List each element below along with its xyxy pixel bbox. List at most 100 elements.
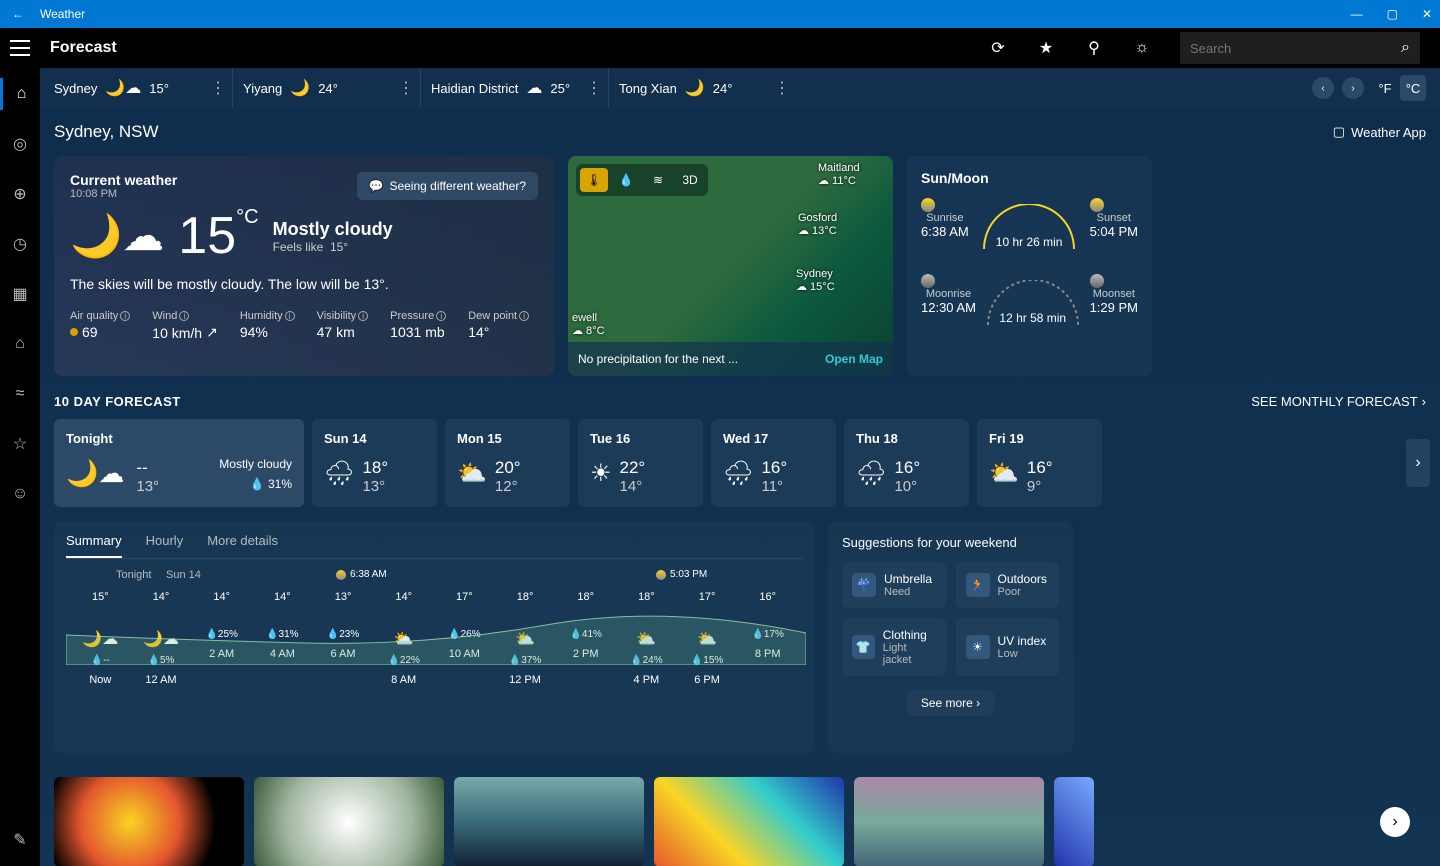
- suggestion-item[interactable]: 🏃OutdoorsPoor: [956, 562, 1060, 608]
- unit-c[interactable]: °C: [1400, 75, 1426, 101]
- close-button[interactable]: ✕: [1422, 7, 1432, 21]
- tab-more[interactable]: More details: [207, 533, 278, 558]
- city-tab-haidian[interactable]: Haidian District ☁ 25° ⋮: [420, 68, 608, 108]
- more-icon[interactable]: ⋮: [210, 78, 226, 98]
- thumb-1[interactable]: [54, 777, 244, 866]
- search-box[interactable]: ⌕: [1180, 32, 1420, 64]
- thumb-next-button[interactable]: ›: [1380, 807, 1410, 837]
- city-tab-yiyang[interactable]: Yiyang 🌙 24° ⋮: [232, 68, 420, 108]
- thumb-6[interactable]: [1054, 777, 1094, 866]
- weather-icon: 🌙☁: [70, 211, 164, 261]
- thumb-2[interactable]: [254, 777, 444, 866]
- suggestion-item[interactable]: 👕ClothingLight jacket: [842, 618, 946, 676]
- forecast-next-button[interactable]: ›: [1406, 439, 1430, 487]
- suggestion-item[interactable]: ☀UV indexLow: [956, 618, 1060, 676]
- city-tab-sydney[interactable]: Sydney 🌙☁ 15° ⋮: [44, 68, 232, 108]
- tab-summary[interactable]: Summary: [66, 533, 122, 558]
- weather-icon: 🌙: [290, 78, 310, 98]
- search-input[interactable]: [1190, 41, 1401, 56]
- map-controls: 🌡 💧 ≋ 3D: [576, 164, 708, 196]
- city-tab-tongxian[interactable]: Tong Xian 🌙 24° ⋮: [608, 68, 796, 108]
- weather-icon: ☁: [526, 78, 542, 98]
- chat-icon: 💬: [369, 179, 384, 193]
- wind-dir-icon: ↗: [206, 324, 218, 341]
- day-card[interactable]: Wed 17🌧16°11°: [711, 419, 836, 507]
- current-weather-card: Current weather 10:08 PM 💬 Seeing differ…: [54, 156, 554, 376]
- thumb-3[interactable]: [454, 777, 644, 866]
- day-card[interactable]: Sun 14🌧18°13°: [312, 419, 437, 507]
- stat-pressure: Pressurei1031 mb: [390, 310, 446, 341]
- day-card[interactable]: Fri 19⛅16°9°: [977, 419, 1102, 507]
- stat-visibility: Visibilityi47 km: [317, 310, 369, 341]
- nav-life-icon[interactable]: ≈: [0, 378, 40, 410]
- forecast-title: 10 DAY FORECAST: [54, 394, 181, 409]
- current-temp: 15: [178, 207, 236, 265]
- app-name: Weather: [40, 7, 85, 21]
- minimize-button[interactable]: —: [1351, 7, 1363, 21]
- map-precip-toggle[interactable]: 💧: [612, 168, 640, 192]
- nav-feedback-icon[interactable]: ☺: [0, 478, 40, 510]
- monthly-forecast-link[interactable]: SEE MONTHLY FORECAST›: [1251, 394, 1426, 409]
- weather-icon: 🌙☁: [105, 78, 141, 98]
- current-title: Current weather: [70, 172, 177, 188]
- hourly-card: Summary Hourly More details Tonight Sun …: [54, 521, 814, 753]
- open-map-link[interactable]: Open Map: [825, 352, 883, 366]
- unit-f[interactable]: °F: [1372, 75, 1398, 101]
- condition: Mostly cloudy: [273, 219, 393, 240]
- nav-home-icon[interactable]: ⌂: [0, 78, 40, 110]
- tab-prev-button[interactable]: ‹: [1312, 77, 1334, 99]
- suggestions-card: Suggestions for your weekend ☔UmbrellaNe…: [828, 521, 1073, 753]
- current-time: 10:08 PM: [70, 188, 177, 200]
- forecast-row: Tonight 🌙☁ --13° Mostly cloudy💧 31% Sun …: [54, 419, 1426, 507]
- nav-monthly-icon[interactable]: ▦: [0, 278, 40, 310]
- map-city: Sydney☁ 15°C: [796, 268, 835, 293]
- map-wind-toggle[interactable]: ≋: [644, 168, 672, 192]
- sun-moon-card: Sun/Moon Sunrise6:38 AM 10 hr 26 min Sun…: [907, 156, 1152, 376]
- phone-icon: ▢: [1333, 124, 1345, 140]
- favorite-icon[interactable]: ★: [1036, 38, 1056, 58]
- thumb-4[interactable]: [654, 777, 844, 866]
- map-temp-toggle[interactable]: 🌡: [580, 168, 608, 192]
- day-card[interactable]: Mon 15⛅20°12°: [445, 419, 570, 507]
- header: Forecast ⟳ ★ ⚲ ☼ ⌕: [0, 28, 1440, 68]
- day-card[interactable]: Tue 16☀22°14°: [578, 419, 703, 507]
- tab-next-button[interactable]: ›: [1342, 77, 1364, 99]
- more-icon[interactable]: ⋮: [586, 78, 602, 98]
- precip-text: No precipitation for the next ...: [578, 352, 738, 366]
- refresh-icon[interactable]: ⟳: [988, 38, 1008, 58]
- page-title: Forecast: [50, 39, 117, 57]
- day-card[interactable]: Thu 18🌧16°10°: [844, 419, 969, 507]
- city-tabs: Sydney 🌙☁ 15° ⋮ Yiyang 🌙 24° ⋮ Haidian D…: [40, 68, 1440, 108]
- search-icon[interactable]: ⌕: [1401, 39, 1410, 57]
- day-card-tonight[interactable]: Tonight 🌙☁ --13° Mostly cloudy💧 31%: [54, 419, 304, 507]
- map-city: Gosford☁ 13°C: [798, 212, 837, 237]
- suggestion-item[interactable]: ☔UmbrellaNeed: [842, 562, 946, 608]
- nav-maps-icon[interactable]: ◎: [0, 128, 40, 160]
- more-icon[interactable]: ⋮: [398, 78, 414, 98]
- nav-pollen-icon[interactable]: ⌂: [0, 328, 40, 360]
- maximize-button[interactable]: ▢: [1387, 7, 1398, 21]
- pin-icon[interactable]: ⚲: [1084, 38, 1104, 58]
- feedback-button[interactable]: 💬 Seeing different weather?: [357, 172, 539, 200]
- thumb-5[interactable]: [854, 777, 1044, 866]
- stat-air-quality: Air qualityi69: [70, 310, 130, 341]
- nav-3d-icon[interactable]: ⊕: [0, 178, 40, 210]
- location-title: Sydney, NSW: [54, 122, 159, 142]
- map-3d-toggle[interactable]: 3D: [676, 168, 704, 192]
- titlebar: ← Weather — ▢ ✕: [0, 0, 1440, 28]
- stat-dewpoint: Dew pointi14°: [468, 310, 529, 341]
- weather-app-link[interactable]: ▢ Weather App: [1333, 124, 1426, 140]
- tab-hourly[interactable]: Hourly: [146, 533, 184, 558]
- weather-icon: 🌙: [685, 78, 705, 98]
- stat-wind: Windi10 km/h ↗: [152, 310, 218, 341]
- map-city: ewell☁ 8°C: [572, 312, 605, 337]
- nav-edit-icon[interactable]: ✎: [0, 824, 40, 856]
- hamburger-menu[interactable]: [10, 38, 30, 58]
- nav-trends-icon[interactable]: ☆: [0, 428, 40, 460]
- see-more-button[interactable]: See more ›: [907, 690, 994, 716]
- map-card[interactable]: 🌡 💧 ≋ 3D Maitland☁ 11°CGosford☁ 13°CSydn…: [568, 156, 893, 376]
- back-button[interactable]: ←: [8, 7, 28, 21]
- settings-icon[interactable]: ☼: [1132, 38, 1152, 58]
- more-icon[interactable]: ⋮: [774, 78, 790, 98]
- nav-hourly-icon[interactable]: ◷: [0, 228, 40, 260]
